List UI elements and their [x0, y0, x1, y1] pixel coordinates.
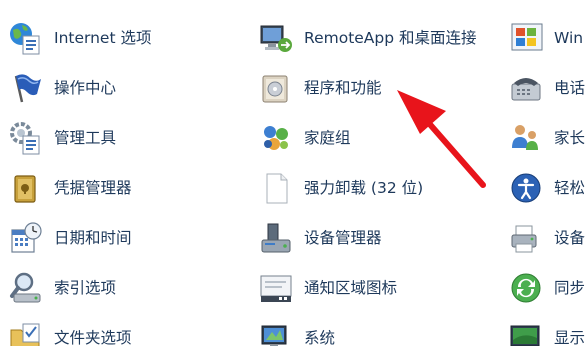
item-label: 家长 — [554, 129, 586, 147]
item-label: 强力卸载 (32 位) — [304, 179, 424, 197]
credential-manager-icon — [8, 170, 44, 206]
item-label: 电话 — [554, 79, 586, 97]
notification-area-icons-icon — [258, 270, 294, 306]
administrative-tools-icon — [8, 120, 44, 156]
item-label: 凭据管理器 — [54, 179, 132, 197]
item-ease-of-access[interactable]: 轻松 — [508, 166, 585, 210]
sync-center-icon — [508, 270, 544, 306]
item-remoteapp[interactable]: RemoteApp 和桌面连接 — [258, 16, 477, 60]
remoteapp-icon — [258, 20, 294, 56]
indexing-options-icon — [8, 270, 44, 306]
devices-printers-icon — [508, 220, 544, 256]
item-label: 设备管理器 — [304, 229, 382, 247]
system-icon — [258, 320, 294, 346]
uninstaller-document-icon — [258, 170, 294, 206]
folder-options-icon — [8, 320, 44, 346]
item-label: 文件夹选项 — [54, 329, 132, 346]
ease-of-access-icon — [508, 170, 544, 206]
internet-options-icon — [8, 20, 44, 56]
item-label: 同步 — [554, 279, 586, 297]
item-action-center[interactable]: 操作中心 — [8, 66, 116, 110]
item-administrative-tools[interactable]: 管理工具 — [8, 116, 116, 160]
item-label: 管理工具 — [54, 129, 117, 147]
item-date-time[interactable]: 日期和时间 — [8, 216, 132, 260]
item-label: 索引选项 — [54, 279, 117, 297]
item-label: 通知区域图标 — [304, 279, 398, 297]
item-indexing-options[interactable]: 索引选项 — [8, 266, 116, 310]
item-display[interactable]: 显示 — [508, 316, 585, 346]
item-sync-center[interactable]: 同步 — [508, 266, 585, 310]
item-label: RemoteApp 和桌面连接 — [304, 29, 477, 47]
item-parental-controls[interactable]: 家长 — [508, 116, 585, 160]
homegroup-icon — [258, 120, 294, 156]
item-label: 程序和功能 — [304, 79, 382, 97]
item-label: 轻松 — [554, 179, 586, 197]
item-label: 显示 — [554, 329, 586, 346]
item-label: 系统 — [304, 329, 336, 346]
item-device-manager[interactable]: 设备管理器 — [258, 216, 382, 260]
device-manager-icon — [258, 220, 294, 256]
item-label: 操作中心 — [54, 79, 117, 97]
phone-modem-icon — [508, 70, 544, 106]
item-internet-options[interactable]: Internet 选项 — [8, 16, 151, 60]
item-notification-area-icons[interactable]: 通知区域图标 — [258, 266, 397, 310]
item-system[interactable]: 系统 — [258, 316, 335, 346]
item-windows-update[interactable]: Win — [508, 16, 583, 60]
item-label: Win — [554, 29, 584, 47]
item-homegroup[interactable]: 家庭组 — [258, 116, 351, 160]
item-label: 设备 — [554, 229, 586, 247]
item-label: 家庭组 — [304, 129, 351, 147]
display-icon — [508, 320, 544, 346]
item-credential-manager[interactable]: 凭据管理器 — [8, 166, 132, 210]
item-programs-features[interactable]: 程序和功能 — [258, 66, 382, 110]
parental-controls-icon — [508, 120, 544, 156]
item-uninstaller[interactable]: 强力卸载 (32 位) — [258, 166, 423, 210]
item-devices-printers[interactable]: 设备 — [508, 216, 585, 260]
date-time-icon — [8, 220, 44, 256]
control-panel-all-items: Internet 选项 操作中心 管理工具 凭据管理器 日期和时间 索引选项 文… — [0, 0, 588, 346]
windows-update-icon — [508, 20, 544, 56]
action-center-flag-icon — [8, 70, 44, 106]
item-label: 日期和时间 — [54, 229, 132, 247]
item-label: Internet 选项 — [54, 29, 152, 47]
item-phone-modem[interactable]: 电话 — [508, 66, 585, 110]
item-folder-options[interactable]: 文件夹选项 — [8, 316, 132, 346]
programs-features-icon — [258, 70, 294, 106]
